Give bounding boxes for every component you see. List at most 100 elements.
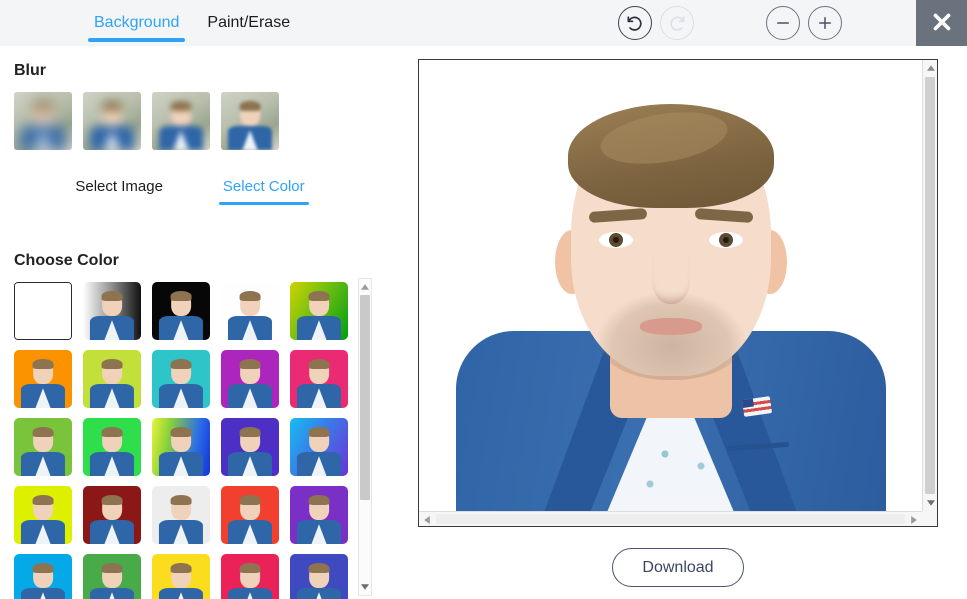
subtab-select-image[interactable]: Select Image: [71, 176, 167, 205]
color-yellow-green-gradient[interactable]: [290, 282, 348, 340]
preview-scroll-up-arrow-icon[interactable]: [923, 60, 938, 76]
color-sky-blue[interactable]: [14, 554, 72, 599]
portrait-thumbnail: [152, 554, 210, 599]
portrait-thumbnail: [14, 350, 72, 408]
color-list-scrollbar[interactable]: [358, 278, 372, 596]
portrait-thumbnail: [152, 92, 210, 150]
color-magenta[interactable]: [221, 350, 279, 408]
blur-level-3[interactable]: [152, 92, 210, 150]
portrait-thumbnail: [152, 486, 210, 544]
portrait-thumbnail: [14, 554, 72, 599]
color-orange[interactable]: [14, 350, 72, 408]
color-dark-red[interactable]: [83, 486, 141, 544]
preview-scroll-left-arrow-icon[interactable]: [419, 512, 435, 527]
portrait-thumbnail: [152, 282, 210, 340]
color-teal[interactable]: [152, 350, 210, 408]
portrait-thumbnail: [83, 554, 141, 599]
portrait-thumbnail: [83, 282, 141, 340]
portrait-thumbnail: [221, 92, 279, 150]
portrait-thumbnail: [290, 554, 348, 599]
scroll-up-arrow-icon[interactable]: [359, 280, 371, 294]
portrait-thumbnail: [83, 418, 141, 476]
portrait-thumbnail: [14, 418, 72, 476]
color-chooser: Choose Color: [0, 238, 380, 599]
portrait-thumbnail: [83, 350, 141, 408]
preview-vertical-scrollbar[interactable]: [922, 60, 937, 511]
source-subtabs: Select Image Select Color: [0, 176, 380, 207]
color-pink[interactable]: [290, 350, 348, 408]
portrait-thumbnail: [152, 350, 210, 408]
scroll-down-arrow-icon[interactable]: [359, 580, 371, 594]
close-button[interactable]: [916, 0, 967, 46]
color-yellow-blue-gradient[interactable]: [152, 418, 210, 476]
scrollbar-corner: [922, 511, 937, 526]
redo-button[interactable]: [660, 6, 694, 40]
color-yellow[interactable]: [152, 554, 210, 599]
portrait-thumbnail: [290, 282, 348, 340]
minus-icon: [774, 14, 792, 32]
history-controls: [618, 0, 694, 46]
preview-horizontal-scrollbar[interactable]: [419, 511, 922, 526]
preview-canvas[interactable]: [419, 60, 922, 511]
blur-level-4[interactable]: [221, 92, 279, 150]
preview-panel: [418, 59, 938, 527]
color-chartreuse[interactable]: [14, 486, 72, 544]
blur-section-title: Blur: [14, 62, 46, 79]
tab-background-label: Background: [94, 14, 180, 31]
portrait-thumbnail: [221, 350, 279, 408]
blur-level-2[interactable]: [83, 92, 141, 150]
portrait-thumbnail: [221, 554, 279, 599]
nose: [652, 256, 690, 304]
color-black[interactable]: [152, 282, 210, 340]
plus-icon: [816, 14, 834, 32]
color-crimson[interactable]: [221, 554, 279, 599]
toolbar-header: Background Paint/Erase: [0, 0, 967, 46]
portrait-thumbnail: [290, 350, 348, 408]
color-cyan-purple-gradient[interactable]: [290, 418, 348, 476]
color-swatch-grid: [0, 238, 356, 599]
color-light-gray[interactable]: [152, 486, 210, 544]
color-list-scrollbar-thumb[interactable]: [360, 295, 370, 500]
color-indigo[interactable]: [221, 418, 279, 476]
color-gray-gradient[interactable]: [83, 282, 141, 340]
preview-vertical-scrollbar-thumb[interactable]: [925, 77, 935, 494]
color-royal-blue[interactable]: [290, 554, 348, 599]
portrait-thumbnail: [14, 92, 72, 150]
blur-thumbnail-row: [14, 92, 380, 150]
download-button-label: Download: [642, 558, 714, 576]
color-white[interactable]: [14, 282, 72, 340]
color-red[interactable]: [221, 486, 279, 544]
eye-left: [598, 232, 633, 248]
portrait-thumbnail: [290, 418, 348, 476]
blur-level-1[interactable]: [14, 92, 72, 150]
zoom-controls: [766, 0, 842, 46]
preview-horizontal-scrollbar-thumb[interactable]: [436, 514, 905, 524]
eye-right: [708, 232, 743, 248]
download-button[interactable]: Download: [612, 548, 744, 587]
portrait-thumbnail: [290, 486, 348, 544]
color-swatch-scroll-area[interactable]: [0, 238, 356, 599]
tab-background[interactable]: Background: [80, 0, 193, 46]
subtab-select-image-label: Select Image: [75, 178, 163, 195]
preview-scroll-down-arrow-icon[interactable]: [923, 495, 938, 511]
portrait-image: [419, 60, 922, 511]
portrait-thumbnail: [221, 282, 279, 340]
portrait-thumbnail: [152, 418, 210, 476]
color-violet[interactable]: [290, 486, 348, 544]
subtab-select-color[interactable]: Select Color: [218, 176, 309, 205]
color-green[interactable]: [83, 418, 141, 476]
color-plain-white[interactable]: [221, 282, 279, 340]
undo-button[interactable]: [618, 6, 652, 40]
zoom-in-button[interactable]: [808, 6, 842, 40]
color-leaf-green[interactable]: [83, 554, 141, 599]
preview-scroll-right-arrow-icon[interactable]: [906, 512, 922, 527]
hair: [567, 104, 774, 208]
zoom-out-button[interactable]: [766, 6, 800, 40]
tab-paint-erase[interactable]: Paint/Erase: [193, 0, 304, 46]
mouth: [639, 318, 702, 335]
color-lime[interactable]: [83, 350, 141, 408]
main-tabs: Background Paint/Erase: [80, 0, 304, 46]
color-olive-green[interactable]: [14, 418, 72, 476]
redo-icon: [667, 13, 687, 33]
background-remover-app: Background Paint/Erase Blur Select Image…: [0, 0, 967, 599]
